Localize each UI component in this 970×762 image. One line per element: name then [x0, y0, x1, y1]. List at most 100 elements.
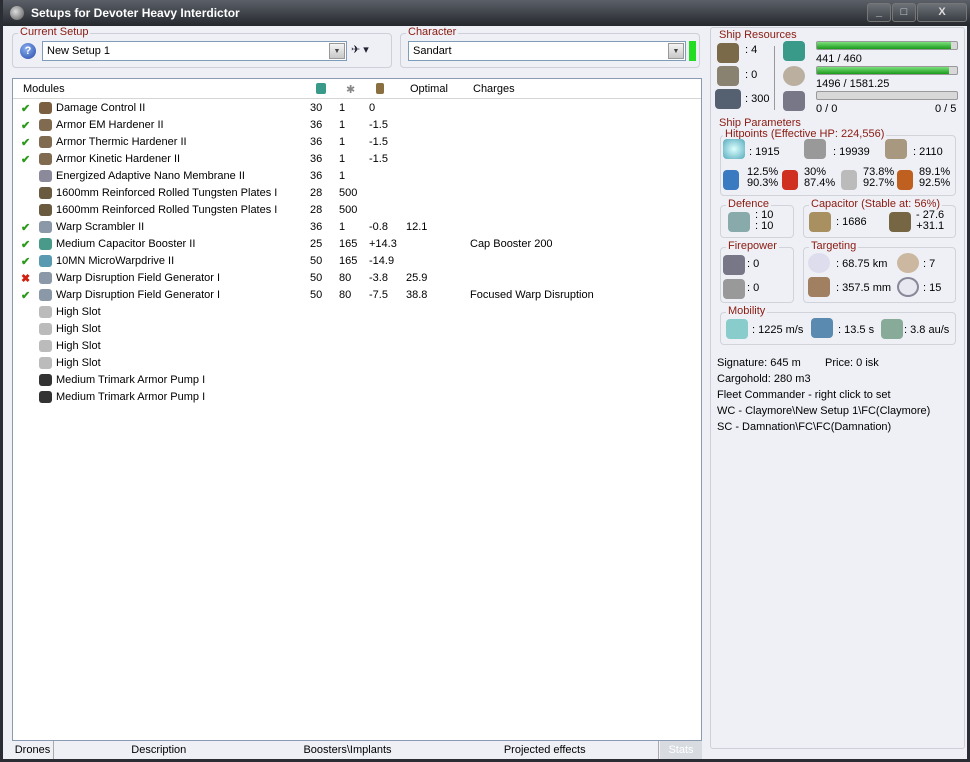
check-icon[interactable]: ✔ [21, 221, 30, 234]
launcher-slots: : 0 [745, 69, 758, 81]
defence-group: Defence : 10: 10 [720, 198, 794, 238]
tab-drones[interactable]: Drones [12, 741, 54, 759]
check-icon[interactable]: ✔ [21, 153, 30, 166]
module-row[interactable]: Energized Adaptive Nano Membrane II 36 1 [13, 168, 701, 185]
module-cap: +14.3 [369, 238, 397, 250]
modules-list[interactable]: Modules ✱ Optimal Charges ✔ Damage Contro… [12, 78, 702, 741]
module-cap: -1.5 [369, 119, 388, 131]
calibration-icon [715, 89, 741, 109]
drone-bandwidth-value: 0 / 0 [816, 103, 838, 115]
cpu-bar [816, 41, 958, 50]
align-time-icon [811, 318, 833, 338]
check-icon[interactable]: ✔ [21, 119, 30, 132]
module-optimal: 12.1 [406, 221, 428, 233]
turret-dps: : 0 [747, 258, 760, 270]
firepower-label: Firepower [726, 240, 779, 252]
module-row[interactable]: ✔ 10MN MicroWarpdrive II 50 165 -14.9 [13, 253, 701, 270]
module-name: High Slot [56, 323, 101, 335]
tab-boosters-implants[interactable]: Boosters\Implants [264, 741, 432, 759]
module-icon [39, 391, 52, 403]
velocity-icon [726, 319, 748, 339]
firepower-group: Firepower : 0 : 0 [720, 240, 794, 303]
module-row[interactable]: ✔ Armor EM Hardener II 36 1 -1.5 [13, 117, 701, 134]
squad-commander[interactable]: SC - Damnation\FC\FC(Damnation) [717, 421, 891, 433]
module-powergrid: 1 [339, 153, 346, 165]
module-name: 10MN MicroWarpdrive II [56, 255, 175, 267]
module-name: High Slot [56, 306, 101, 318]
maximize-button[interactable]: □ [892, 3, 916, 22]
module-row[interactable]: High Slot [13, 321, 701, 338]
tab-stats[interactable]: Stats [660, 741, 702, 759]
module-row[interactable]: 1600mm Reinforced Rolled Tungsten Plates… [13, 202, 701, 219]
missile-dps-icon [723, 279, 745, 299]
character-select[interactable]: Sandart ▼ [408, 41, 686, 61]
module-name: Medium Capacitor Booster II [56, 238, 196, 250]
module-row[interactable]: Medium Trimark Armor Pump I [13, 389, 701, 406]
module-cpu: 50 [310, 255, 323, 267]
capacitor-group: Capacitor (Stable at: 56%) : 1686 - 27.6… [803, 198, 956, 238]
max-velocity: : 1225 m/s [752, 324, 804, 336]
module-row[interactable]: ✖ Warp Disruption Field Generator I 50 80 -3… [13, 270, 701, 287]
current-setup-group: Current Setup ? New Setup 1 ▼ ✈ ▾ [12, 26, 392, 68]
minimize-button[interactable]: _ [867, 3, 891, 22]
calibration: : 300 [745, 93, 770, 105]
module-row[interactable]: ✔ Warp Disruption Field Generator I 50 80 -7… [13, 287, 701, 304]
cargohold: Cargohold: 280 m3 [717, 373, 811, 385]
module-row[interactable]: Medium Trimark Armor Pump I [13, 372, 701, 389]
check-icon[interactable]: ✔ [21, 102, 30, 115]
module-powergrid: 1 [339, 119, 346, 131]
capacitor-amount: : 1686 [836, 216, 867, 228]
module-icon [39, 255, 52, 267]
col-charges[interactable]: Charges [473, 83, 515, 95]
module-row[interactable]: ✔ Armor Thermic Hardener II 36 1 -1.5 [13, 134, 701, 151]
module-row[interactable]: High Slot [13, 355, 701, 372]
module-row[interactable]: 1600mm Reinforced Rolled Tungsten Plates… [13, 185, 701, 202]
setup-menu-button[interactable]: ✈ ▾ [351, 43, 369, 56]
module-row[interactable]: High Slot [13, 338, 701, 355]
module-cpu: 28 [310, 204, 323, 216]
fleet-commander[interactable]: Fleet Commander - right click to set [717, 389, 891, 401]
check-icon[interactable]: ✔ [21, 238, 30, 251]
cap-recharge-icon [889, 212, 911, 232]
module-row[interactable]: ✔ Armor Kinetic Hardener II 36 1 -1.5 [13, 151, 701, 168]
powergrid-icon[interactable]: ✱ [346, 83, 355, 96]
module-row[interactable]: ✔ Warp Scrambler II 36 1 -0.8 12.1 [13, 219, 701, 236]
check-icon[interactable]: ✔ [21, 289, 30, 302]
close-button[interactable]: X [917, 3, 967, 22]
wing-commander[interactable]: WC - Claymore\New Setup 1\FC(Claymore) [717, 405, 930, 417]
module-row[interactable]: ✔ Medium Capacitor Booster II 25 165 +14.3 Ca… [13, 236, 701, 253]
cpu-icon[interactable] [316, 83, 326, 94]
shield-hp: : 1915 [749, 146, 780, 158]
targeting-label: Targeting [809, 240, 859, 252]
module-icon [39, 119, 52, 131]
col-modules[interactable]: Modules [23, 83, 65, 95]
offline-x-icon[interactable]: ✖ [21, 272, 30, 285]
turret-slots: : 4 [745, 44, 758, 56]
help-icon[interactable]: ? [20, 43, 36, 59]
setup-select[interactable]: New Setup 1 ▼ [42, 41, 347, 61]
chevron-down-icon[interactable]: ▼ [329, 43, 345, 59]
module-row[interactable]: High Slot [13, 304, 701, 321]
check-icon[interactable]: ✔ [21, 255, 30, 268]
current-setup-label: Current Setup [18, 26, 91, 38]
explosive-armor-resist: 92.5% [919, 177, 951, 189]
tab-description[interactable]: Description [54, 741, 264, 759]
check-icon[interactable]: ✔ [21, 136, 30, 149]
module-row[interactable]: ✔ Damage Control II 30 1 0 [13, 100, 701, 117]
module-icon [39, 153, 52, 165]
col-optimal[interactable]: Optimal [410, 83, 448, 95]
defence-icon [728, 212, 750, 232]
cpu-value: 441 / 460 [816, 53, 862, 65]
signature-radius: Signature: 645 m [717, 357, 801, 369]
module-cap: -7.5 [369, 289, 388, 301]
missile-dps: : 0 [747, 282, 760, 294]
module-name: Medium Trimark Armor Pump I [56, 374, 206, 386]
hull-hp: : 2110 [913, 146, 943, 158]
chevron-down-icon[interactable]: ▼ [668, 43, 684, 59]
tab-projected-effects[interactable]: Projected effects [431, 741, 660, 759]
launcher-icon [717, 66, 739, 86]
module-name: Damage Control II [56, 102, 146, 114]
thermal-armor-resist: 87.4% [804, 177, 836, 189]
sensor-strength: : 15 [923, 282, 942, 294]
capacitor-icon[interactable] [376, 83, 384, 94]
